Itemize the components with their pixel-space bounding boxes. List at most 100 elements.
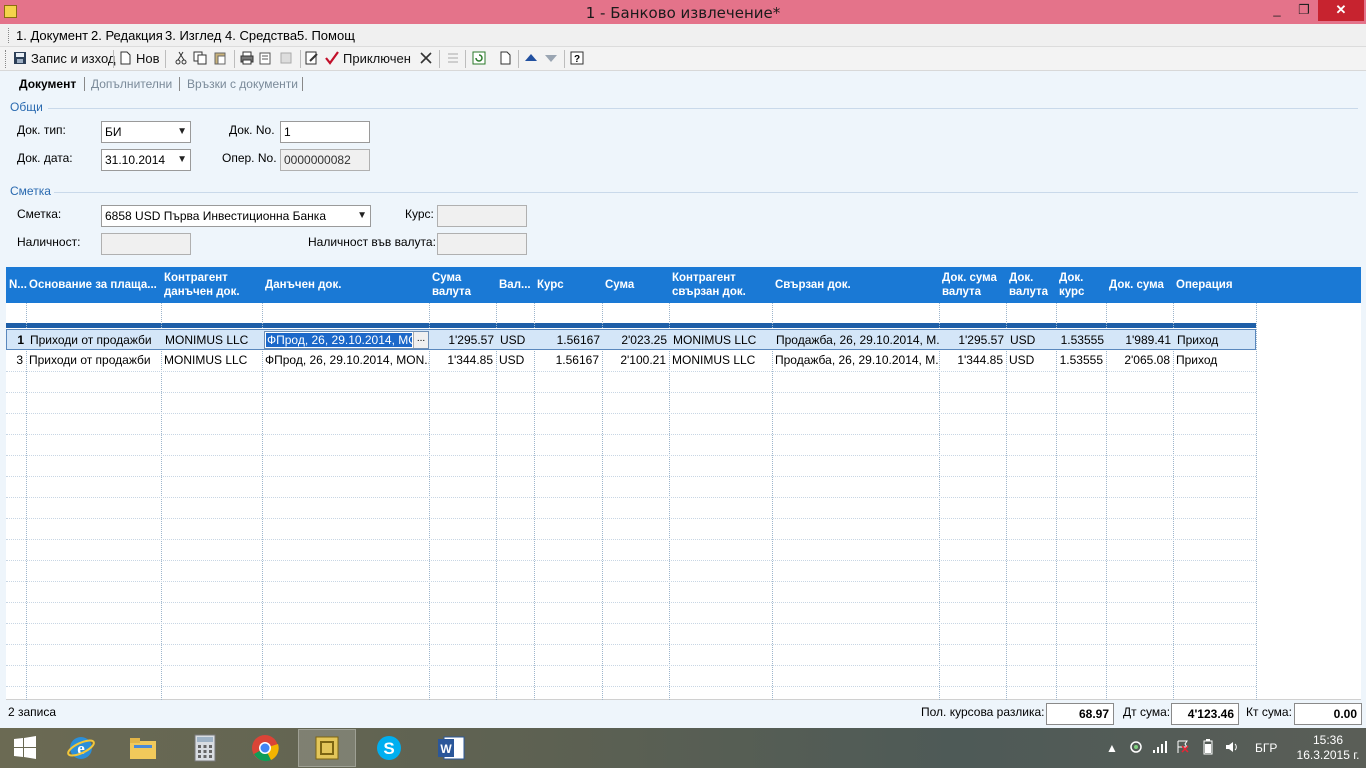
cell-doc-amount[interactable]: 2'065.08 — [1106, 350, 1173, 370]
clock[interactable]: 15:36 16.3.2015 г. — [1292, 733, 1364, 768]
col-header-reason[interactable]: Основание за плаща... — [26, 267, 161, 303]
cell-rate[interactable]: 1.56167 — [534, 350, 602, 370]
menu-document[interactable]: 1. Документ — [16, 28, 88, 43]
doc-no-field[interactable]: 1 — [280, 121, 370, 143]
export-button[interactable] — [279, 50, 297, 68]
cell-operation[interactable]: Приход — [1174, 330, 1257, 350]
edit-document-button[interactable] — [305, 50, 323, 68]
taskbar-ie[interactable]: e — [52, 729, 110, 767]
cell-amount-currency[interactable]: 1'295.57 — [430, 330, 497, 350]
col-header-doc-amount-currency[interactable]: Док. сума валута — [939, 267, 1007, 303]
tray-battery-icon[interactable] — [1200, 739, 1216, 768]
taskbar-chrome[interactable] — [236, 729, 294, 767]
tab-document[interactable]: Документ — [19, 77, 76, 91]
minimize-button[interactable]: _ — [1263, 0, 1291, 21]
tray-network-sync-icon[interactable] — [1128, 739, 1144, 768]
col-header-amount-currency[interactable]: Сума валута — [429, 267, 494, 303]
cell-rate[interactable]: 1.56167 — [535, 330, 603, 350]
tax-doc-selected-text[interactable]: ФПрод, 26, 29.10.2014, MONIMUS LLC — [266, 333, 412, 347]
cell-doc-amount-currency[interactable]: 1'295.57 — [940, 330, 1007, 350]
tray-flag-icon[interactable] — [1176, 740, 1190, 768]
cell-related-doc[interactable]: Продажба, 26, 29.10.2014, M... — [772, 350, 939, 370]
blank-document-button[interactable] — [498, 50, 516, 68]
doc-type-select[interactable]: БИ ▼ — [101, 121, 191, 143]
cell-partner[interactable]: MONIMUS LLC — [162, 330, 263, 350]
tray-signal-icon[interactable] — [1152, 740, 1168, 768]
list-button[interactable] — [446, 50, 464, 68]
paste-button[interactable] — [213, 50, 231, 68]
chevron-down-icon[interactable]: ▼ — [177, 150, 187, 170]
col-header-rate[interactable]: Курс — [534, 267, 599, 303]
cell-partner-related[interactable]: MONIMUS LLC — [669, 350, 772, 370]
print-preview-button[interactable] — [259, 50, 277, 68]
taskbar-explorer[interactable] — [114, 729, 172, 767]
tray-overflow-icon[interactable]: ▲ — [1106, 741, 1118, 768]
print-button[interactable] — [240, 50, 258, 68]
cell-doc-amount[interactable]: 1'989.41 — [1107, 330, 1174, 350]
cell-currency[interactable]: USD — [496, 350, 534, 370]
col-header-related-doc[interactable]: Свързан док. — [772, 267, 937, 303]
ellipsis-button[interactable]: ... — [413, 332, 428, 348]
cell-doc-currency[interactable]: USD — [1006, 350, 1056, 370]
doc-date-picker[interactable]: 31.10.2014 ▼ — [101, 149, 191, 171]
cut-button[interactable] — [174, 50, 192, 68]
cell-currency[interactable]: USD — [497, 330, 535, 350]
menu-tools[interactable]: 4. Средства — [225, 28, 297, 43]
col-header-currency[interactable]: Вал... — [496, 267, 534, 303]
taskbar-calculator[interactable] — [176, 729, 234, 767]
taskbar-skype[interactable]: S — [360, 729, 418, 767]
move-up-button[interactable] — [524, 50, 542, 68]
save-exit-button[interactable]: Запис и изход — [13, 50, 115, 68]
complete-button[interactable]: Приключен — [325, 50, 411, 68]
cell-n[interactable]: 3 — [6, 350, 26, 370]
col-header-tax-doc[interactable]: Данъчен док. — [262, 267, 427, 303]
col-header-amount[interactable]: Сума — [602, 267, 667, 303]
cell-partner[interactable]: MONIMUS LLC — [161, 350, 262, 370]
col-header-partner[interactable]: Контрагент данъчен док. — [161, 267, 261, 303]
copy-button[interactable] — [193, 50, 211, 68]
cell-operation[interactable]: Приход — [1173, 350, 1256, 370]
cell-doc-currency[interactable]: USD — [1007, 330, 1057, 350]
chevron-down-icon[interactable]: ▼ — [357, 206, 367, 226]
input-language[interactable]: БГР — [1255, 741, 1277, 768]
cancel-button[interactable] — [419, 50, 437, 68]
cell-reason[interactable]: Приходи от продажби — [26, 350, 161, 370]
col-header-doc-amount[interactable]: Док. сума — [1106, 267, 1174, 303]
cell-amount[interactable]: 2'100.21 — [602, 350, 669, 370]
tax-doc-editor[interactable]: ФПрод, 26, 29.10.2014, MONIMUS LLC ... — [264, 331, 429, 349]
tab-additional[interactable]: Допълнителни — [91, 77, 172, 91]
move-down-button[interactable] — [544, 50, 562, 68]
account-select[interactable]: 6858 USD Първа Инвестиционна Банка ▼ — [101, 205, 371, 227]
maximize-button[interactable]: ❐ — [1291, 0, 1317, 21]
cell-amount-currency[interactable]: 1'344.85 — [429, 350, 496, 370]
cell-doc-rate[interactable]: 1.53555 — [1056, 350, 1106, 370]
cell-doc-rate[interactable]: 1.53555 — [1057, 330, 1107, 350]
table-row[interactable]: 1 Приходи от продажби MONIMUS LLC ФПрод,… — [6, 329, 1256, 350]
chevron-down-icon[interactable]: ▼ — [177, 122, 187, 142]
menu-view[interactable]: 3. Изглед — [165, 28, 221, 43]
help-button[interactable]: ? — [570, 50, 588, 68]
table-row[interactable]: 3 Приходи от продажби MONIMUS LLC ФПрод,… — [6, 350, 1256, 371]
menu-edit[interactable]: 2. Редакция — [91, 28, 163, 43]
col-header-n[interactable]: N... — [6, 267, 28, 303]
cell-amount[interactable]: 2'023.25 — [603, 330, 670, 350]
cell-n[interactable]: 1 — [7, 330, 27, 350]
close-button[interactable]: ✕ — [1318, 0, 1364, 21]
cell-tax-doc[interactable]: ФПрод, 26, 29.10.2014, MON... — [262, 350, 429, 370]
cell-doc-amount-currency[interactable]: 1'344.85 — [939, 350, 1006, 370]
col-header-doc-currency[interactable]: Док. валута — [1006, 267, 1056, 303]
taskbar-accounting-app[interactable] — [298, 729, 356, 767]
filter-row[interactable] — [6, 303, 1256, 323]
start-button[interactable] — [0, 729, 50, 767]
cell-related-doc[interactable]: Продажба, 26, 29.10.2014, M... — [773, 330, 940, 350]
refresh-button[interactable] — [472, 50, 490, 68]
cell-partner-related[interactable]: MONIMUS LLC — [670, 330, 773, 350]
menu-help[interactable]: 5. Помощ — [297, 28, 355, 43]
col-header-operation[interactable]: Операция — [1173, 267, 1258, 303]
document-grid[interactable]: 1 Приходи от продажби MONIMUS LLC ФПрод,… — [6, 303, 1361, 700]
cell-reason[interactable]: Приходи от продажби — [27, 330, 162, 350]
tab-document-links[interactable]: Връзки с документи — [187, 77, 298, 91]
taskbar-word[interactable]: W — [422, 729, 480, 767]
col-header-partner-related[interactable]: Контрагент свързан док. — [669, 267, 769, 303]
col-header-doc-rate[interactable]: Док. курс — [1056, 267, 1106, 303]
